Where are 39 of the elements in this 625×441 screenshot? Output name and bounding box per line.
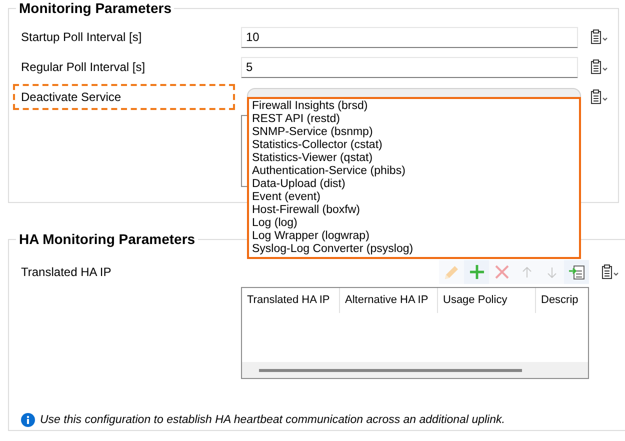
field-label: Translated HA IP [20, 264, 112, 281]
clipboard-menu-icon[interactable] [590, 29, 608, 45]
field-label: Deactivate Service [13, 84, 235, 110]
field-label: Regular Poll Interval [s] [20, 59, 146, 76]
dropdown-option[interactable]: Host-Firewall (boxfw) [252, 204, 576, 217]
section-title: Monitoring Parameters [18, 0, 172, 16]
import-icon [568, 263, 586, 281]
pencil-icon [445, 266, 458, 278]
clipboard-menu-icon[interactable] [601, 264, 619, 280]
column-header[interactable]: Usage Policy [438, 288, 536, 313]
dropdown-option[interactable]: Syslog-Log Converter (psyslog) [252, 243, 576, 256]
field-label: Startup Poll Interval [s] [20, 29, 143, 46]
dropdown-option[interactable]: Authentication-Service (phibs) [252, 165, 576, 178]
up-arrow-icon [522, 266, 532, 278]
column-header[interactable]: Descrip [536, 288, 584, 313]
toolbar-button[interactable] [464, 260, 489, 284]
info-text: Use this configuration to establish HA heartbeat communication across an additional uplink. [40, 414, 505, 426]
section-title: HA Monitoring Parameters [18, 231, 196, 247]
toolbar-button[interactable] [564, 260, 589, 284]
cross-icon [494, 265, 508, 279]
dropdown-option[interactable]: Event (event) [252, 191, 576, 204]
column-header[interactable]: Alternative HA IP [340, 288, 438, 313]
dropdown-option[interactable]: Log Wrapper (logwrap) [252, 230, 576, 243]
dropdown-option[interactable]: Log (log) [252, 217, 576, 230]
scrollbar-thumb[interactable] [259, 368, 522, 372]
column-header[interactable]: Translated HA IP [242, 288, 340, 313]
plus-icon [468, 263, 486, 281]
info-icon [21, 413, 35, 427]
down-arrow-icon [546, 266, 556, 278]
dropdown-option[interactable]: Firewall Insights (brsd) [252, 100, 576, 113]
dropdown-option[interactable]: REST API (restd) [252, 113, 576, 126]
clipboard-menu-icon[interactable] [590, 59, 608, 75]
dropdown-option[interactable]: Statistics-Collector (cstat) [252, 139, 576, 152]
input-field[interactable]: 10 [241, 26, 578, 48]
clipboard-menu-icon[interactable] [590, 89, 608, 105]
dropdown-option[interactable]: SNMP-Service (bsnmp) [252, 126, 576, 139]
dropdown-option[interactable]: Data-Upload (dist) [252, 178, 576, 191]
input-field[interactable]: 5 [241, 56, 578, 78]
dropdown-option[interactable]: Statistics-Viewer (qstat) [252, 152, 576, 165]
